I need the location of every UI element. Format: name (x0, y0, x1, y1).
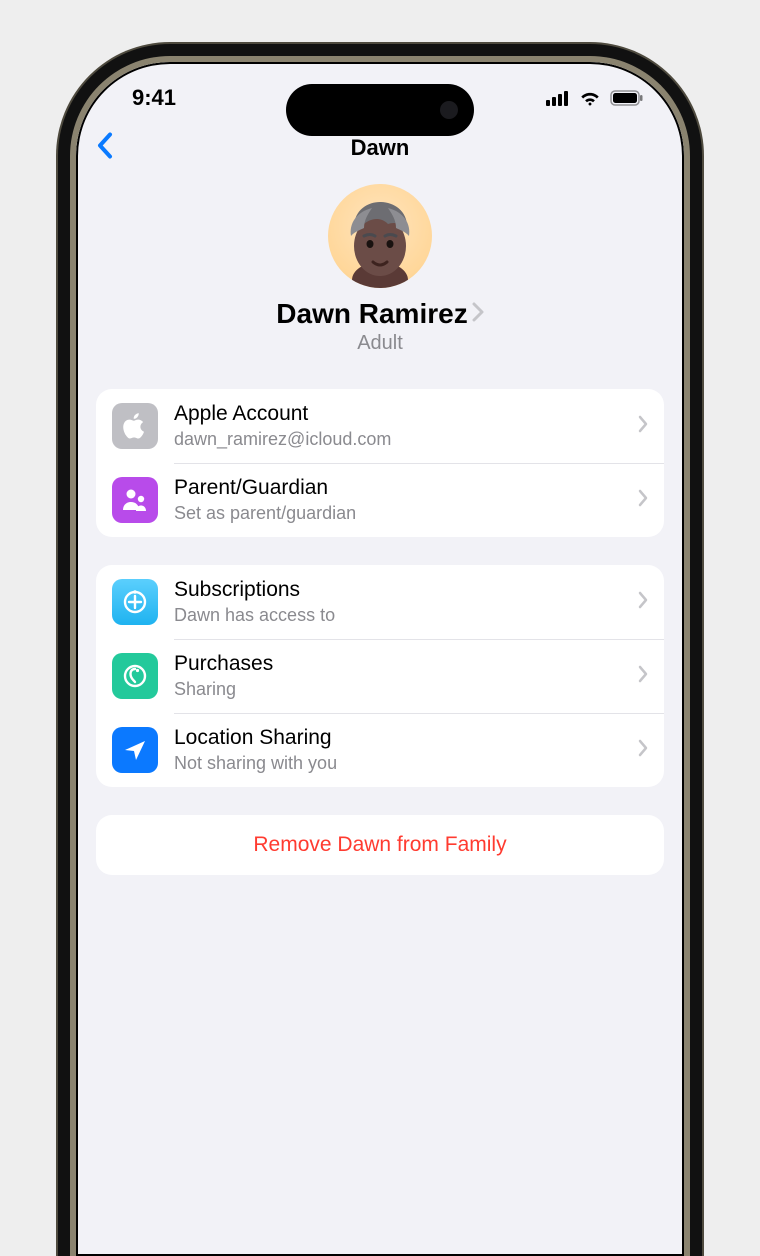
chevron-right-icon (472, 302, 484, 327)
row-subtitle: Dawn has access to (174, 604, 622, 627)
row-title: Parent/Guardian (174, 475, 622, 501)
subscriptions-row[interactable]: Subscriptions Dawn has access to (96, 565, 664, 639)
chevron-right-icon (638, 665, 648, 688)
back-button[interactable] (96, 132, 114, 165)
row-subtitle: Sharing (174, 678, 622, 701)
remove-label: Remove Dawn from Family (253, 833, 506, 856)
profile-name: Dawn Ramirez (276, 298, 467, 330)
purchases-icon (112, 653, 158, 699)
parent-guardian-row[interactable]: Parent/Guardian Set as parent/guardian (96, 463, 664, 537)
row-subtitle: Not sharing with you (174, 752, 622, 775)
battery-icon (610, 90, 644, 106)
account-group: Apple Account dawn_ramirez@icloud.com Pa… (96, 389, 664, 537)
row-title: Apple Account (174, 401, 622, 427)
remove-from-family-button[interactable]: Remove Dawn from Family (96, 815, 664, 875)
row-subtitle: Set as parent/guardian (174, 502, 622, 525)
page-title: Dawn (351, 135, 410, 161)
profile-header: Dawn Ramirez Adult (76, 176, 684, 389)
avatar (328, 184, 432, 288)
purchases-row[interactable]: Purchases Sharing (96, 639, 664, 713)
wifi-icon (578, 90, 602, 106)
dynamic-island (286, 84, 474, 136)
cellular-icon (546, 90, 570, 106)
family-icon (112, 477, 158, 523)
memoji-icon (328, 184, 432, 288)
chevron-right-icon (638, 739, 648, 762)
sharing-group: Subscriptions Dawn has access to Purchas… (96, 565, 664, 787)
phone-frame: 9:41 (70, 56, 690, 1256)
apple-account-row[interactable]: Apple Account dawn_ramirez@icloud.com (96, 389, 664, 463)
location-sharing-row[interactable]: Location Sharing Not sharing with you (96, 713, 664, 787)
row-subtitle: dawn_ramirez@icloud.com (174, 428, 622, 451)
row-title: Subscriptions (174, 577, 622, 603)
apple-icon (112, 403, 158, 449)
location-icon (112, 727, 158, 773)
profile-name-button[interactable]: Dawn Ramirez (276, 298, 483, 330)
status-right (546, 90, 644, 106)
profile-role: Adult (76, 332, 684, 355)
chevron-right-icon (638, 415, 648, 438)
chevron-right-icon (638, 489, 648, 512)
row-title: Location Sharing (174, 725, 622, 751)
status-time: 9:41 (132, 85, 176, 111)
chevron-right-icon (638, 591, 648, 614)
row-title: Purchases (174, 651, 622, 677)
subscriptions-icon (112, 579, 158, 625)
